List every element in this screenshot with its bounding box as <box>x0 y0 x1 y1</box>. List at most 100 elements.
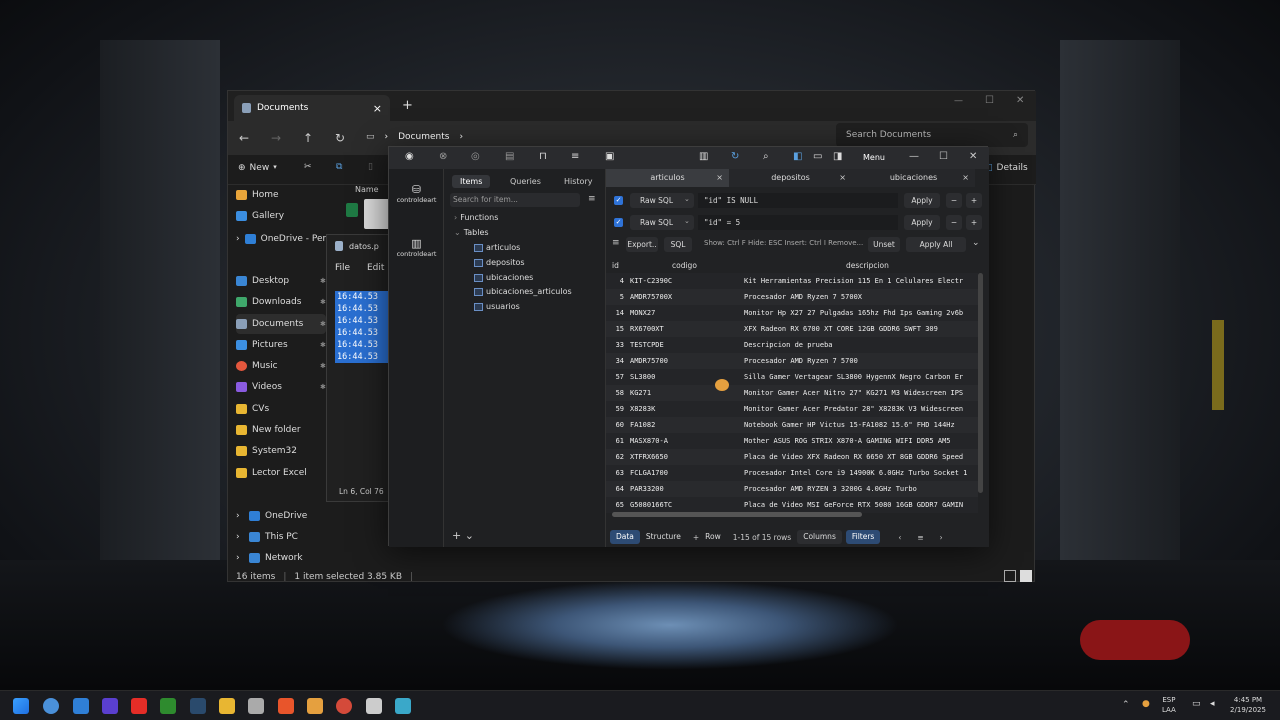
column-header-descripcion[interactable]: descripcion <box>846 261 889 270</box>
chrome-icon[interactable] <box>43 698 59 714</box>
filter-enabled-checkbox[interactable]: ✓ <box>614 196 623 205</box>
cell-id[interactable]: 58 <box>606 389 624 397</box>
notepad-icon[interactable] <box>366 698 382 714</box>
chevron-right-icon[interactable]: › <box>236 234 240 244</box>
cell-codigo[interactable]: X8283K <box>630 405 655 413</box>
cell-descripcion[interactable]: Mother ASUS ROG STRIX X870-A GAMING WIFI… <box>744 437 978 445</box>
remove-filter-button[interactable]: − <box>946 215 962 230</box>
db-client-icon[interactable] <box>307 698 323 714</box>
tree-table-depositos[interactable]: depositos <box>474 258 525 267</box>
cell-codigo[interactable]: FCLGA1700 <box>630 469 668 477</box>
close-window-button[interactable]: ✕ <box>969 151 977 162</box>
cell-id[interactable]: 5 <box>606 293 624 301</box>
table-row[interactable]: 57 SL3800 Silla Gamer Vertagear SL3800 Hyg… <box>606 369 978 385</box>
xbox-icon[interactable] <box>160 698 176 714</box>
reload-icon[interactable]: ↻ <box>731 151 739 162</box>
menu-edit[interactable]: Edit <box>367 263 384 273</box>
cell-descripcion[interactable]: XFX Radeon RX 6700 XT CORE 12GB GDDR6 SW… <box>744 325 978 333</box>
cell-id[interactable]: 60 <box>606 421 624 429</box>
connection-item[interactable]: ⛁ controldeart <box>389 183 444 204</box>
cell-descripcion[interactable]: Notebook Gamer HP Victus 15-FA1082 15.6"… <box>744 421 978 429</box>
disconnect-icon[interactable]: ⊗ <box>439 151 447 162</box>
tab-items[interactable]: Items <box>452 175 491 188</box>
chevron-down-icon[interactable]: ⌄ <box>972 238 980 248</box>
tab-articulos[interactable]: articulos × <box>606 169 729 187</box>
cell-id[interactable]: 59 <box>606 405 624 413</box>
table-row[interactable]: 15 RX6700XT XFX Radeon RX 6700 XT CORE 12G… <box>606 321 978 337</box>
sql-editor-icon[interactable]: ▣ <box>605 151 614 162</box>
add-filter-button[interactable]: + <box>966 193 982 208</box>
back-arrow-icon[interactable]: ← <box>228 131 260 145</box>
file-icon-excel[interactable] <box>346 203 358 217</box>
new-button[interactable]: ⊕ New ▾ <box>238 163 277 173</box>
sidebar-item-pictures[interactable]: Pictures ✱ <box>236 335 326 355</box>
cell-codigo[interactable]: AMDR75700 <box>630 357 668 365</box>
cell-codigo[interactable]: KG271 <box>630 389 651 397</box>
tiles-view-icon[interactable] <box>1020 570 1032 582</box>
add-row-button[interactable]: Row <box>699 530 727 544</box>
menu-file[interactable]: File <box>335 263 350 273</box>
table-row[interactable]: 34 AMDR75700 Procesador AMD Ryzen 7 5700 <box>606 353 978 369</box>
tab-ubicaciones[interactable]: ubicaciones × <box>852 169 975 187</box>
export-button[interactable]: Export.. <box>626 237 658 252</box>
cell-descripcion[interactable]: Silla Gamer Vertagear SL3800 HygennX Neg… <box>744 373 978 381</box>
git-icon[interactable] <box>336 698 352 714</box>
cell-codigo[interactable]: PAR33200 <box>630 485 664 493</box>
cell-codigo[interactable]: FA1082 <box>630 421 655 429</box>
apply-filter-button[interactable]: Apply <box>904 193 940 208</box>
cell-id[interactable]: 15 <box>606 325 624 333</box>
sidebar-item-downloads[interactable]: Downloads ✱ <box>236 292 326 312</box>
chevron-right-icon[interactable]: › <box>236 553 244 563</box>
cell-descripcion[interactable]: Placa de Video MSI GeForce RTX 5080 16GB… <box>744 501 978 509</box>
steam-icon[interactable] <box>190 698 206 714</box>
cell-descripcion[interactable]: Monitor Gamer Acer Nitro 27" KG271 M3 Wi… <box>744 389 978 397</box>
close-tab-icon[interactable]: × <box>839 169 846 187</box>
sidebar-item-this-pc[interactable]: › This PC <box>236 527 326 547</box>
chevron-right-icon[interactable]: › <box>236 532 244 542</box>
sidebar-item-new-folder[interactable]: New folder <box>236 420 326 440</box>
sidebar-item-system32[interactable]: System32 <box>236 441 326 461</box>
cell-id[interactable]: 64 <box>606 485 624 493</box>
cell-codigo[interactable]: SL3800 <box>630 373 655 381</box>
search-box[interactable]: Search Documents ⌕ <box>836 123 1028 147</box>
apply-filter-button[interactable]: Apply <box>904 215 940 230</box>
database-icon[interactable]: ≡ <box>571 151 579 162</box>
columns-button[interactable]: Columns <box>797 530 842 544</box>
copy-icon[interactable]: ⧉ <box>336 162 342 172</box>
cell-id[interactable]: 65 <box>606 501 624 509</box>
network-tray-icon[interactable]: ▭ <box>1192 699 1201 709</box>
close-tab-icon[interactable]: × <box>962 169 969 187</box>
explorer-tab-documents[interactable]: Documents × <box>234 95 390 121</box>
lock-icon[interactable]: ⊓ <box>539 151 547 162</box>
close-window-button[interactable]: ✕ <box>1016 95 1024 106</box>
table-row[interactable]: 5 AMDR75700X Procesador AMD Ryzen 7 5700X <box>606 289 978 305</box>
table-row[interactable]: 64 PAR33200 Procesador AMD RYZEN 3 3200G 4… <box>606 481 978 497</box>
cell-codigo[interactable]: MONX27 <box>630 309 655 317</box>
chevron-right-icon[interactable]: › <box>236 511 244 521</box>
remove-filter-button[interactable]: − <box>946 193 962 208</box>
minimize-button[interactable]: — <box>954 96 963 106</box>
cell-codigo[interactable]: MASX870-A <box>630 437 668 445</box>
filter-expression-input[interactable]: "id" = 5 <box>698 215 898 230</box>
right-panel-icon[interactable]: ◨ <box>833 151 842 162</box>
cell-descripcion[interactable]: Procesador AMD Ryzen 7 5700X <box>744 293 978 301</box>
volume-icon[interactable]: ◂ <box>1210 699 1215 709</box>
table-row[interactable]: 65 G5080166TC Placa de Video MSI GeForce R… <box>606 497 978 513</box>
cell-descripcion[interactable]: Procesador Intel Core i9 14900K 6.0GHz T… <box>744 469 978 477</box>
eye-icon[interactable]: ◎ <box>471 151 480 162</box>
maximize-button[interactable]: ☐ <box>985 95 994 106</box>
microphone-icon[interactable]: ● <box>1142 699 1150 709</box>
cell-id[interactable]: 14 <box>606 309 624 317</box>
sidebar-item-home[interactable]: Home <box>236 185 326 205</box>
list-view-icon[interactable] <box>1004 570 1016 582</box>
cell-id[interactable]: 57 <box>606 373 624 381</box>
tree-table-usuarios[interactable]: usuarios <box>474 302 520 311</box>
cell-codigo[interactable]: TESTCPDE <box>630 341 664 349</box>
structure-tab-button[interactable]: Structure <box>640 530 687 544</box>
sidebar-item-onedrive-personal[interactable]: › OneDrive - Personal <box>236 229 326 249</box>
sidebar-item-desktop[interactable]: Desktop ✱ <box>236 271 326 291</box>
tree-table-ubicaciones[interactable]: ubicaciones <box>474 273 533 282</box>
cell-id[interactable]: 63 <box>606 469 624 477</box>
cell-codigo[interactable]: RX6700XT <box>630 325 664 333</box>
cell-id[interactable]: 33 <box>606 341 624 349</box>
